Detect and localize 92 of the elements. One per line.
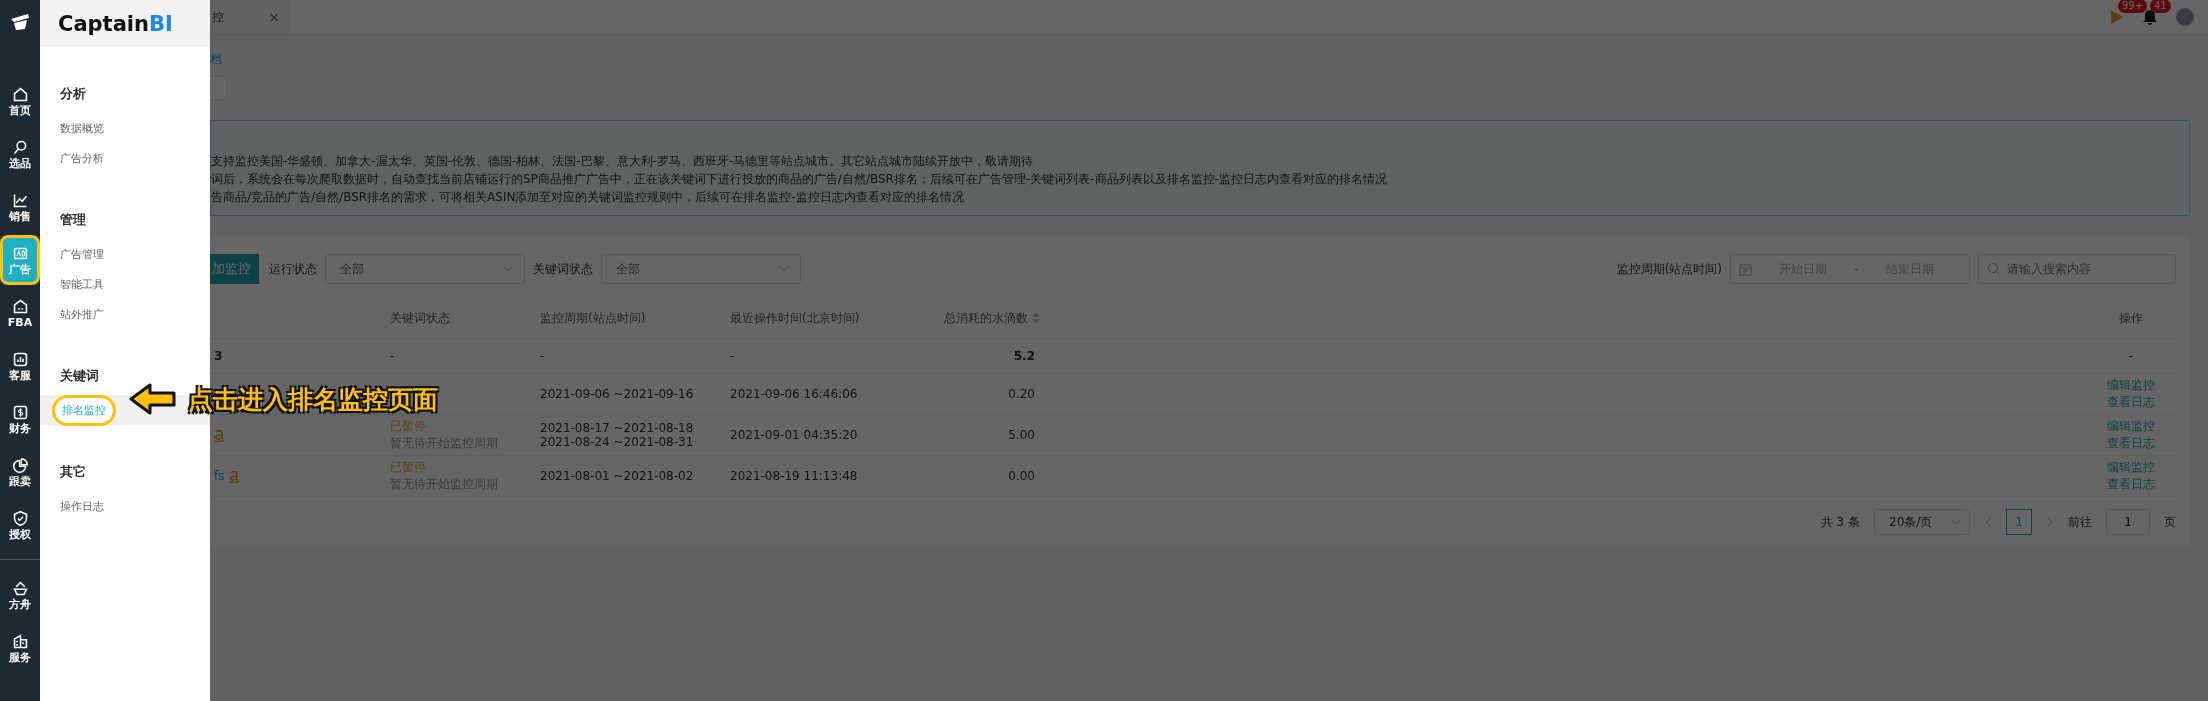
rail-nav-item[interactable]: 授权 (0, 500, 40, 550)
table-cell-text: 5.2 (1012, 349, 1035, 363)
menu-item[interactable]: 操作日志 (60, 498, 104, 514)
rail-nav-item[interactable]: 财务 (0, 394, 40, 444)
dollar-icon (11, 403, 29, 421)
action-link[interactable]: 查看日志 (2107, 476, 2155, 493)
column-header: 总消耗的水滴数 (944, 309, 1028, 327)
menu-group-title: 关键词 (59, 367, 100, 385)
total-count: 共 3 条 (1820, 513, 1860, 531)
shield-icon (11, 509, 29, 527)
column-header: 操作 (2118, 309, 2144, 327)
goto-label: 前往 (2068, 513, 2092, 531)
menu-group-title: 分析 (59, 85, 87, 103)
keyword-status-select[interactable]: 全部 (601, 254, 801, 284)
menu-item[interactable]: 排名监控 (52, 394, 116, 426)
search-icon (1987, 262, 2000, 275)
home-icon (11, 85, 29, 103)
goto-page-field[interactable]: 1 (2106, 509, 2150, 535)
search-icon (11, 138, 29, 156)
rail-nav-item[interactable]: 销售 (0, 182, 40, 232)
notice-text: 词后，系统会在每次爬取数据时，自动查找当前店铺运行的SP商品推广广告中，正在该关键词下进行投放的商品的广告/自然/BSR排名；后续可在广告管理-关键词列表-商品列表以及排名监控-监控日志内查看对应的排名情况 (211, 172, 1388, 187)
column-header: 关键词状态 (390, 309, 451, 327)
column-header: 监控周期(站点时间) (540, 309, 647, 327)
bars-icon (11, 350, 29, 368)
table-cell-text: 2021-08-24 ~2021-08-31 (540, 435, 695, 449)
table-cell-text: 0.00 (1007, 469, 1035, 483)
notification-badge: 99+ (2118, 0, 2148, 13)
captainbi-logo: CaptainBI (58, 11, 173, 36)
menu-group-title: 管理 (59, 211, 87, 229)
table-cell-text: - (730, 349, 736, 363)
rail-nav-item[interactable]: 首页 (0, 76, 40, 126)
menu-item[interactable]: 智能工具 (60, 276, 104, 292)
sort-icon[interactable] (1032, 312, 1040, 324)
rail-nav-item[interactable]: FBA (0, 288, 40, 338)
table-cell-text: 2021-09-01 04:35:20 (730, 428, 859, 442)
chevron-down-icon (502, 265, 514, 273)
chevron-right-icon[interactable] (2046, 516, 2054, 528)
action-link[interactable]: 编辑监控 (2107, 377, 2155, 394)
table-cell-text: - (2127, 349, 2135, 363)
rail-nav-item[interactable]: 客服 (0, 341, 40, 391)
column-header: 最近操作时间(北京时间) (730, 309, 861, 327)
box-icon (11, 297, 29, 315)
chevron-down-icon (778, 265, 790, 273)
rail-nav-item[interactable]: 跟卖 (0, 447, 40, 497)
add-monitor-button[interactable]: 加监控 (210, 254, 259, 284)
menu-item[interactable]: 广告管理 (60, 246, 104, 262)
status-text: 已暂停 (390, 418, 427, 435)
filter-label: 监控周期(站点时间) (1616, 260, 1722, 278)
table-cell-text: 2021-08-19 11:13:48 (730, 469, 859, 483)
table-cell-text: 2021-08-17 ~2021-08-18 (540, 421, 695, 435)
table-cell-text: 5.00 (1007, 428, 1035, 442)
action-link[interactable]: 查看日志 (2107, 394, 2155, 411)
rail-nav-item[interactable]: 广告 (0, 235, 40, 285)
notice-text: 告商品/竞品的广告/自然/BSR排名的需求，可将相关ASIN添加至对应的关键词监控规则中，后续可在排名监控-监控日志内查看对应的排名情况 (211, 190, 965, 205)
table-cell-text: 2021-09-06 ~2021-09-16 (540, 387, 695, 401)
flag-icon[interactable] (2110, 9, 2124, 25)
table-cell-text: - (390, 349, 396, 363)
filter-label: 关键词状态 (533, 260, 593, 278)
building-icon (11, 632, 29, 650)
ark-icon (11, 579, 29, 597)
run-status-select[interactable]: 全部 (325, 254, 525, 284)
menu-item[interactable]: 数据概览 (60, 120, 104, 136)
page-size-select[interactable]: 20条/页 (1874, 509, 1970, 535)
table-cell-text: - (540, 349, 546, 363)
page-tab[interactable]: 控 × (210, 0, 290, 34)
table-cell-text: 0.20 (1007, 387, 1035, 401)
table-cell-text: 3 (213, 349, 224, 363)
page-number[interactable]: 1 (2006, 509, 2032, 535)
goto-suffix: 页 (2164, 513, 2176, 531)
chevron-left-icon[interactable] (1984, 516, 1992, 528)
rail-nav-item[interactable]: 服务 (0, 623, 40, 673)
rail-nav-item[interactable]: 方舟 (0, 570, 40, 620)
notice-text: 支持监控美国-华盛顿、加拿大-渥太华、英国-伦敦、德国-柏林、法国-巴黎、意大利-罗马、西班牙-马德里等站点城市。其它站点城市陆续开放中，敬请期待 (211, 154, 1035, 169)
bell-icon[interactable] (2142, 8, 2158, 26)
calendar-icon (1739, 262, 1752, 276)
notification-badge: 41 (2150, 0, 2171, 13)
status-text: 已暂停 (390, 459, 427, 476)
pie-icon (11, 456, 29, 474)
arrow-left-icon (128, 382, 178, 416)
chevron-down-icon (1951, 519, 1961, 525)
table-cell-text: 2021-09-06 16:46:06 (730, 387, 859, 401)
menu-group-title: 其它 (59, 463, 87, 481)
rail-nav-item[interactable]: 选品 (0, 129, 40, 179)
table-cell-text: 2021-08-01 ~2021-08-02 (540, 469, 695, 483)
dropdown-field[interactable] (210, 76, 227, 100)
menu-item[interactable]: 站外推广 (60, 306, 104, 322)
action-link[interactable]: 查看日志 (2107, 435, 2155, 452)
action-link[interactable]: 编辑监控 (2107, 459, 2155, 476)
action-link[interactable]: 编辑监控 (2107, 418, 2155, 435)
avatar[interactable] (2176, 8, 2194, 26)
menu-item[interactable]: 广告分析 (60, 150, 104, 166)
filter-label: 运行状态 (269, 260, 317, 278)
